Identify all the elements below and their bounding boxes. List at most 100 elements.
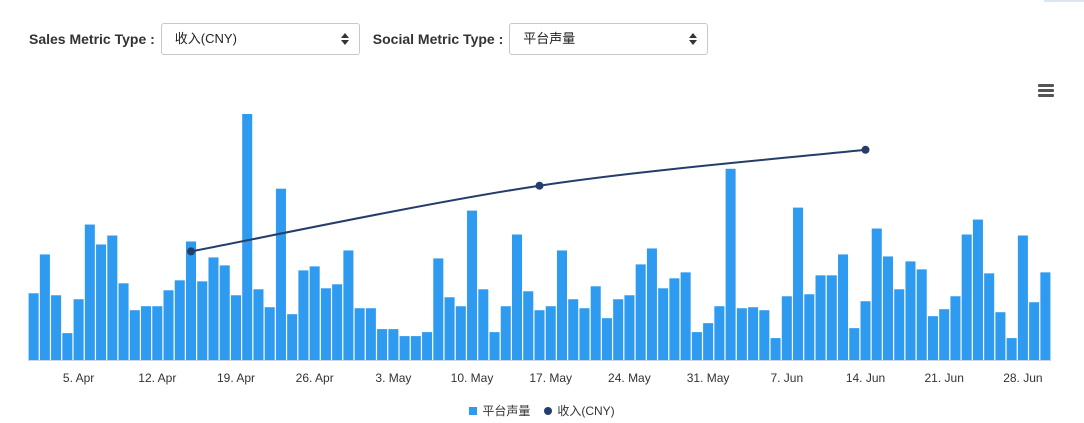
- bar[interactable]: [961, 234, 972, 361]
- bar[interactable]: [939, 309, 950, 360]
- bar[interactable]: [320, 288, 331, 360]
- x-tick-label: 14. Jun: [846, 371, 885, 385]
- bar[interactable]: [455, 306, 466, 360]
- bar[interactable]: [219, 265, 230, 360]
- bar[interactable]: [905, 261, 916, 360]
- line-point[interactable]: [861, 145, 870, 154]
- bar[interactable]: [118, 283, 129, 360]
- bar[interactable]: [714, 306, 725, 360]
- bar[interactable]: [894, 289, 905, 360]
- bar[interactable]: [388, 329, 399, 360]
- bar[interactable]: [152, 306, 163, 360]
- bar[interactable]: [242, 113, 253, 361]
- bar[interactable]: [343, 250, 354, 360]
- bar[interactable]: [972, 219, 983, 360]
- bar[interactable]: [399, 336, 410, 360]
- bar[interactable]: [601, 318, 612, 360]
- chart-legend: 平台声量 收入(CNY): [0, 402, 1084, 419]
- bar[interactable]: [669, 278, 680, 360]
- bar[interactable]: [658, 288, 669, 360]
- bar[interactable]: [624, 295, 635, 360]
- bar[interactable]: [377, 329, 388, 360]
- x-tick-label: 5. Apr: [63, 371, 94, 385]
- bar[interactable]: [613, 299, 624, 360]
- bar[interactable]: [467, 210, 478, 360]
- bar[interactable]: [1017, 235, 1028, 361]
- bar[interactable]: [500, 306, 511, 360]
- bar[interactable]: [646, 248, 657, 360]
- bar[interactable]: [163, 290, 174, 360]
- bar[interactable]: [264, 307, 275, 360]
- bar[interactable]: [793, 207, 804, 360]
- bar[interactable]: [950, 296, 961, 360]
- bar[interactable]: [51, 295, 62, 360]
- bar[interactable]: [882, 256, 894, 360]
- bar[interactable]: [568, 299, 579, 360]
- bar[interactable]: [1040, 272, 1051, 360]
- bar[interactable]: [826, 275, 837, 360]
- bar[interactable]: [84, 224, 95, 360]
- bar[interactable]: [141, 306, 152, 360]
- bar[interactable]: [916, 269, 927, 360]
- bar[interactable]: [96, 244, 107, 360]
- bar[interactable]: [129, 310, 140, 360]
- bar[interactable]: [489, 332, 500, 360]
- bar[interactable]: [995, 312, 1006, 360]
- bar[interactable]: [703, 323, 714, 360]
- bar[interactable]: [73, 299, 84, 360]
- bar[interactable]: [444, 297, 455, 360]
- x-tick-label: 19. Apr: [217, 371, 255, 385]
- bar[interactable]: [748, 307, 759, 360]
- bar[interactable]: [545, 306, 556, 360]
- bar[interactable]: [556, 250, 567, 360]
- bar[interactable]: [725, 168, 736, 360]
- bar[interactable]: [736, 308, 747, 360]
- bar[interactable]: [579, 308, 590, 360]
- bar[interactable]: [860, 301, 871, 360]
- bar[interactable]: [197, 281, 208, 360]
- bar[interactable]: [534, 310, 545, 360]
- bar[interactable]: [1006, 338, 1017, 360]
- bar[interactable]: [298, 270, 309, 360]
- bar[interactable]: [838, 254, 849, 360]
- legend-item-social[interactable]: 平台声量: [469, 402, 530, 419]
- bar[interactable]: [107, 235, 118, 361]
- bar[interactable]: [680, 272, 691, 360]
- bar[interactable]: [62, 333, 73, 360]
- bar[interactable]: [354, 308, 365, 360]
- bar[interactable]: [590, 286, 601, 360]
- line-point[interactable]: [187, 247, 195, 256]
- bar[interactable]: [39, 254, 50, 360]
- bar[interactable]: [635, 264, 646, 360]
- bar[interactable]: [433, 258, 444, 360]
- bar[interactable]: [1029, 302, 1040, 360]
- bar[interactable]: [804, 294, 815, 360]
- bar[interactable]: [185, 241, 197, 360]
- bar[interactable]: [815, 275, 826, 360]
- bar[interactable]: [365, 308, 376, 360]
- line-point[interactable]: [535, 181, 544, 190]
- bar[interactable]: [410, 336, 421, 360]
- bar[interactable]: [332, 284, 343, 360]
- bar[interactable]: [759, 310, 770, 360]
- bar[interactable]: [849, 328, 860, 360]
- bar[interactable]: [691, 332, 702, 360]
- bar[interactable]: [275, 188, 286, 360]
- legend-item-sales[interactable]: 收入(CNY): [544, 402, 615, 419]
- bar[interactable]: [309, 266, 320, 360]
- bar[interactable]: [422, 332, 433, 360]
- bar[interactable]: [781, 296, 792, 360]
- bar[interactable]: [512, 234, 523, 361]
- bar[interactable]: [230, 295, 241, 360]
- bar[interactable]: [984, 273, 995, 360]
- bar[interactable]: [523, 291, 534, 360]
- bar[interactable]: [478, 289, 489, 360]
- bar[interactable]: [174, 280, 185, 360]
- bar[interactable]: [208, 257, 219, 360]
- bar[interactable]: [770, 338, 781, 360]
- bar[interactable]: [871, 228, 882, 360]
- bar[interactable]: [28, 293, 39, 360]
- bar[interactable]: [253, 289, 264, 360]
- bar[interactable]: [927, 316, 938, 360]
- bar[interactable]: [287, 314, 298, 360]
